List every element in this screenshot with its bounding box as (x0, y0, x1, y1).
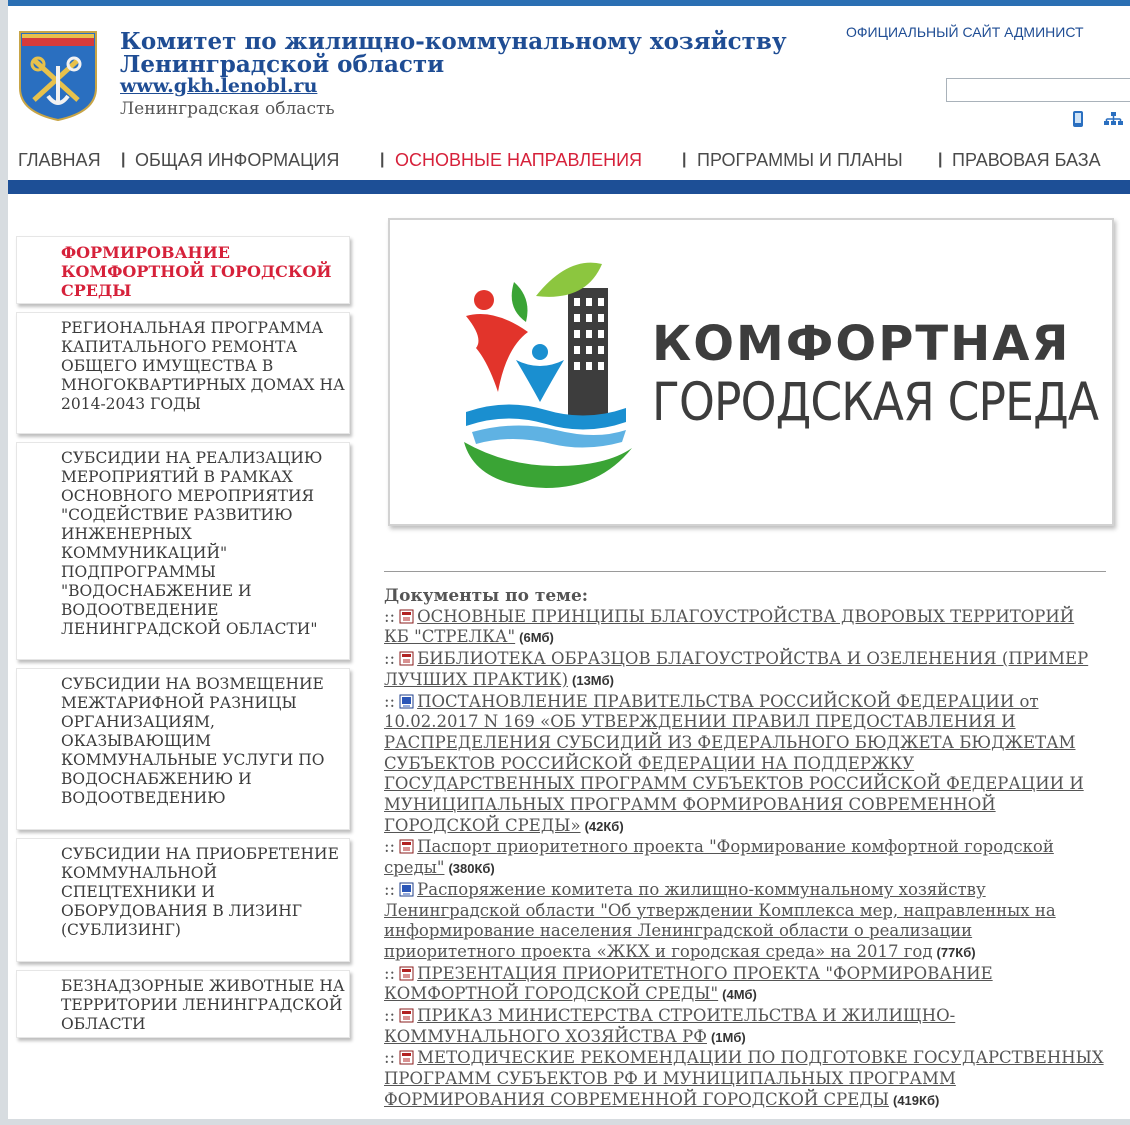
coat-of-arms-logo[interactable] (18, 30, 98, 122)
pdf-file-icon (399, 651, 414, 666)
documents-heading: Документы по теме: (384, 586, 589, 606)
pdf-file-icon (399, 1008, 414, 1023)
sidebar-item-special-equipment[interactable]: Субсидии на приобретение коммунальной сп… (16, 838, 350, 962)
org-title: Комитет по жилищно-коммунальному хозяйст… (120, 28, 787, 78)
list-item: :: БИБЛИОТЕКА ОБРАЗЦОВ БЛАГОУСТРОЙСТВА И … (384, 649, 1104, 691)
file-size: (1Мб) (710, 1029, 746, 1045)
bullet: :: (384, 837, 396, 857)
nav-underline-bar (8, 180, 1130, 194)
list-item: :: МЕТОДИЧЕСКИЕ РЕКОМЕНДАЦИИ ПО ПОДГОТОВК… (384, 1048, 1104, 1111)
sidebar-item-engineering-subsidies[interactable]: Субсидии на реализацию мероприятий в рам… (16, 442, 350, 660)
pdf-file-icon (399, 1050, 414, 1065)
file-size: (77Кб) (936, 944, 976, 960)
list-item: :: Распоряжение комитета по жилищно-комму… (384, 880, 1104, 964)
pdf-file-icon (399, 966, 414, 981)
window-frame-bottom (0, 1119, 1130, 1125)
nav-separator: | (682, 151, 687, 168)
bullet: :: (384, 1006, 396, 1026)
nav-item-main-directions[interactable]: ОСНОВНЫЕ НАПРАВЛЕНИЯ (395, 150, 642, 171)
bullet: :: (384, 649, 396, 669)
document-link[interactable]: ОСНОВНЫЕ ПРИНЦИПЫ БЛАГОУСТРОЙСТВА ДВОРОВ… (384, 607, 1074, 647)
sidebar-item-stray-animals[interactable]: Безнадзорные животные на территории Лени… (16, 970, 350, 1038)
main-nav: ГЛАВНАЯ | ОБЩАЯ ИНФОРМАЦИЯ | ОСНОВНЫЕ НА… (8, 146, 1130, 176)
sidebar-item-tariff-difference[interactable]: Субсидии на возмещение межтарифной разни… (16, 668, 350, 830)
document-link[interactable]: БИБЛИОТЕКА ОБРАЗЦОВ БЛАГОУСТРОЙСТВА И ОЗ… (384, 649, 1088, 689)
nav-separator: | (121, 151, 126, 168)
list-item: :: ПРЕЗЕНТАЦИЯ ПРИОРИТЕТНОГО ПРОЕКТА "ФОР… (384, 964, 1104, 1006)
file-size: (6Мб) (519, 630, 554, 646)
document-link[interactable]: ПРИКАЗ МИНИСТЕРСТВА СТРОИТЕЛЬСТВА И ЖИЛИ… (384, 1006, 955, 1046)
org-region: Ленинградская область (120, 99, 335, 119)
file-size: (13Мб) (572, 672, 614, 688)
nav-item-home[interactable]: ГЛАВНАЯ (18, 150, 101, 171)
list-item: :: ОСНОВНЫЕ ПРИНЦИПЫ БЛАГОУСТРОЙСТВА ДВОР… (384, 607, 1104, 649)
file-size: (42Кб) (584, 818, 624, 834)
bullet: :: (384, 691, 396, 711)
window-frame-left (0, 0, 8, 1125)
bullet: :: (384, 1048, 396, 1068)
sidebar-item-comfortable-environment[interactable]: Формирование комфортной городской среды (16, 236, 350, 304)
pdf-file-icon (399, 609, 414, 624)
document-link[interactable]: ПРЕЗЕНТАЦИЯ ПРИОРИТЕТНОГО ПРОЕКТА "ФОРМИ… (384, 964, 993, 1004)
bullet: :: (384, 879, 396, 899)
document-link[interactable]: МЕТОДИЧЕСКИЕ РЕКОМЕНДАЦИИ ПО ПОДГОТОВКЕ … (384, 1048, 1104, 1108)
nav-item-legal-base[interactable]: ПРАВОВАЯ БАЗА (952, 150, 1101, 171)
content-divider (384, 571, 1106, 572)
mobile-version-icon[interactable] (1070, 110, 1086, 132)
site-header: Комитет по жилищно-коммунальному хозяйст… (8, 6, 1130, 136)
comfortable-environment-logo-icon (436, 252, 636, 506)
nav-item-programs-plans[interactable]: ПРОГРАММЫ И ПЛАНЫ (697, 150, 903, 171)
nav-separator: | (380, 151, 385, 168)
list-item: :: Паспорт приоритетного проекта "Формиро… (384, 837, 1104, 879)
nav-separator: | (938, 151, 943, 168)
document-link[interactable]: ПОСТАНОВЛЕНИЕ ПРАВИТЕЛЬСТВА РОССИЙСКОЙ Ф… (384, 692, 1084, 835)
documents-section: Документы по теме: :: ОСНОВНЫЕ ПРИНЦИПЫ Б… (384, 586, 1104, 1112)
org-url-link[interactable]: www.gkh.lenobl.ru (120, 75, 317, 97)
word-file-icon (399, 882, 414, 897)
file-size: (380Кб) (448, 861, 495, 877)
banner-title-line2: ГОРОДСКАЯ СРЕДА (652, 372, 1099, 433)
comfortable-environment-banner[interactable]: КОМФОРТНАЯ ГОРОДСКАЯ СРЕДА (388, 218, 1114, 526)
banner-title-line1: КОМФОРТНАЯ (652, 316, 1071, 372)
list-item: :: ПОСТАНОВЛЕНИЕ ПРАВИТЕЛЬСТВА РОССИЙСКОЙ… (384, 692, 1104, 838)
nav-item-general-info[interactable]: ОБЩАЯ ИНФОРМАЦИЯ (135, 150, 339, 171)
list-item: :: ПРИКАЗ МИНИСТЕРСТВА СТРОИТЕЛЬСТВА И ЖИ… (384, 1006, 1104, 1048)
bullet: :: (384, 606, 396, 626)
search-input[interactable] (946, 78, 1130, 102)
official-site-link[interactable]: ОФИЦИАЛЬНЫЙ САЙТ АДМИНИСТ (846, 24, 1084, 40)
word-file-icon (399, 694, 414, 709)
pdf-file-icon (399, 839, 414, 854)
sitemap-icon[interactable] (1102, 110, 1126, 132)
file-size: (4Мб) (722, 987, 757, 1003)
file-size: (419Кб) (892, 1092, 940, 1108)
bullet: :: (384, 963, 396, 983)
sidebar-item-capital-repair[interactable]: Региональная программа капитального ремо… (16, 312, 350, 434)
